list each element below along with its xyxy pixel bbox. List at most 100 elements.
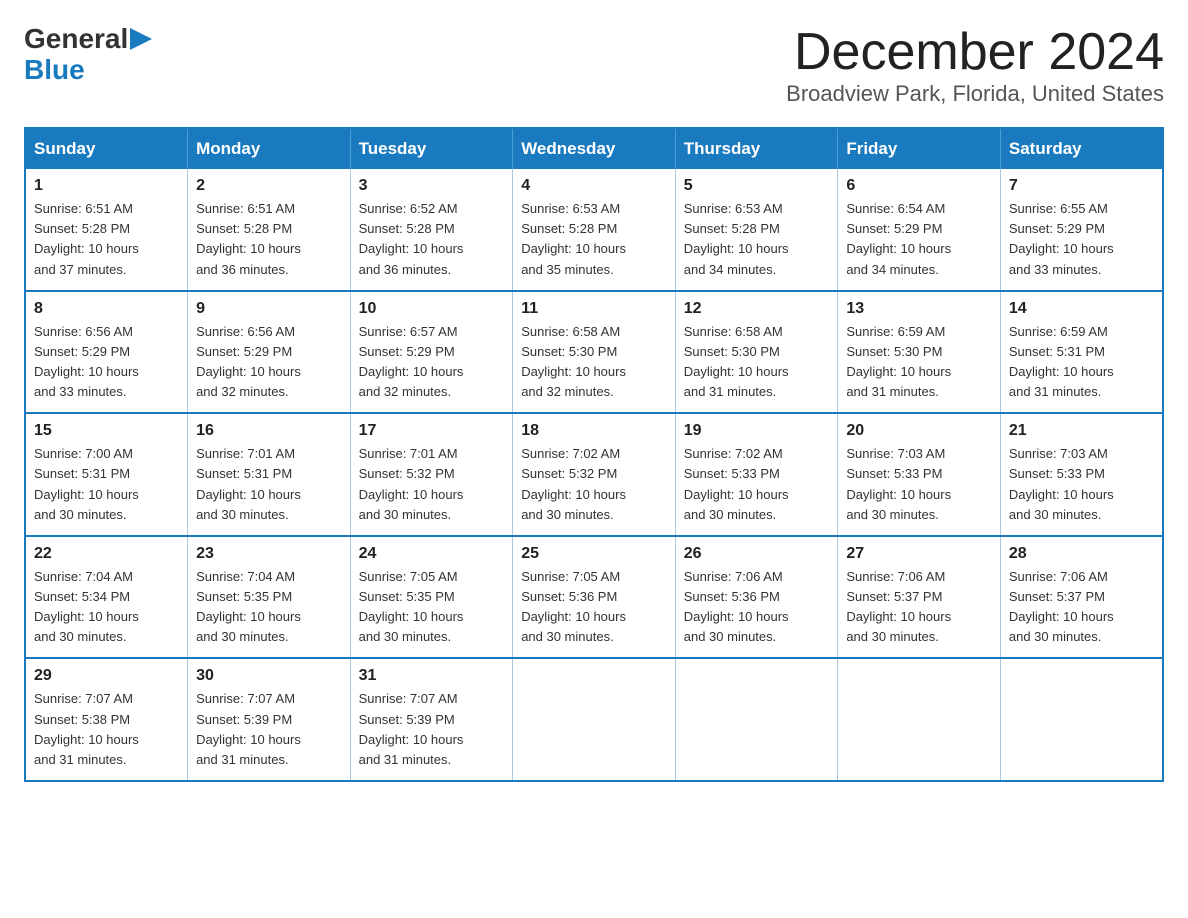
calendar-day-cell: 5 Sunrise: 6:53 AM Sunset: 5:28 PM Dayli… bbox=[675, 169, 838, 291]
location-title: Broadview Park, Florida, United States bbox=[786, 81, 1164, 107]
day-number: 30 bbox=[196, 667, 342, 685]
day-number: 19 bbox=[684, 422, 830, 440]
day-number: 20 bbox=[846, 422, 992, 440]
calendar-day-cell: 16 Sunrise: 7:01 AM Sunset: 5:31 PM Dayl… bbox=[188, 413, 351, 536]
day-number: 29 bbox=[34, 667, 179, 685]
day-info: Sunrise: 7:02 AM Sunset: 5:32 PM Dayligh… bbox=[521, 444, 667, 525]
day-number: 5 bbox=[684, 177, 830, 195]
day-number: 17 bbox=[359, 422, 505, 440]
day-info: Sunrise: 6:58 AM Sunset: 5:30 PM Dayligh… bbox=[684, 322, 830, 403]
calendar-day-cell: 13 Sunrise: 6:59 AM Sunset: 5:30 PM Dayl… bbox=[838, 291, 1001, 414]
logo: General Blue bbox=[24, 24, 152, 86]
weekday-header-row: Sunday Monday Tuesday Wednesday Thursday… bbox=[25, 128, 1163, 169]
logo-general-text: General bbox=[24, 24, 128, 55]
day-info: Sunrise: 6:52 AM Sunset: 5:28 PM Dayligh… bbox=[359, 199, 505, 280]
day-info: Sunrise: 7:01 AM Sunset: 5:31 PM Dayligh… bbox=[196, 444, 342, 525]
calendar-table: Sunday Monday Tuesday Wednesday Thursday… bbox=[24, 127, 1164, 782]
day-info: Sunrise: 7:05 AM Sunset: 5:35 PM Dayligh… bbox=[359, 567, 505, 648]
header-tuesday: Tuesday bbox=[350, 128, 513, 169]
day-number: 2 bbox=[196, 177, 342, 195]
calendar-day-cell: 4 Sunrise: 6:53 AM Sunset: 5:28 PM Dayli… bbox=[513, 169, 676, 291]
day-info: Sunrise: 7:01 AM Sunset: 5:32 PM Dayligh… bbox=[359, 444, 505, 525]
calendar-day-cell: 29 Sunrise: 7:07 AM Sunset: 5:38 PM Dayl… bbox=[25, 658, 188, 781]
day-number: 26 bbox=[684, 545, 830, 563]
day-number: 7 bbox=[1009, 177, 1154, 195]
day-number: 22 bbox=[34, 545, 179, 563]
calendar-day-cell: 10 Sunrise: 6:57 AM Sunset: 5:29 PM Dayl… bbox=[350, 291, 513, 414]
day-info: Sunrise: 7:05 AM Sunset: 5:36 PM Dayligh… bbox=[521, 567, 667, 648]
calendar-day-cell: 24 Sunrise: 7:05 AM Sunset: 5:35 PM Dayl… bbox=[350, 536, 513, 659]
logo-icon: General Blue bbox=[24, 24, 152, 86]
calendar-day-cell: 23 Sunrise: 7:04 AM Sunset: 5:35 PM Dayl… bbox=[188, 536, 351, 659]
calendar-day-cell: 18 Sunrise: 7:02 AM Sunset: 5:32 PM Dayl… bbox=[513, 413, 676, 536]
day-number: 15 bbox=[34, 422, 179, 440]
day-info: Sunrise: 6:53 AM Sunset: 5:28 PM Dayligh… bbox=[684, 199, 830, 280]
calendar-week-row: 22 Sunrise: 7:04 AM Sunset: 5:34 PM Dayl… bbox=[25, 536, 1163, 659]
calendar-day-cell: 14 Sunrise: 6:59 AM Sunset: 5:31 PM Dayl… bbox=[1000, 291, 1163, 414]
day-info: Sunrise: 6:51 AM Sunset: 5:28 PM Dayligh… bbox=[34, 199, 179, 280]
day-info: Sunrise: 6:59 AM Sunset: 5:31 PM Dayligh… bbox=[1009, 322, 1154, 403]
logo-triangle-icon bbox=[130, 28, 152, 50]
day-info: Sunrise: 6:58 AM Sunset: 5:30 PM Dayligh… bbox=[521, 322, 667, 403]
day-number: 23 bbox=[196, 545, 342, 563]
header-friday: Friday bbox=[838, 128, 1001, 169]
day-info: Sunrise: 7:00 AM Sunset: 5:31 PM Dayligh… bbox=[34, 444, 179, 525]
day-number: 28 bbox=[1009, 545, 1154, 563]
calendar-day-cell: 6 Sunrise: 6:54 AM Sunset: 5:29 PM Dayli… bbox=[838, 169, 1001, 291]
calendar-day-cell: 26 Sunrise: 7:06 AM Sunset: 5:36 PM Dayl… bbox=[675, 536, 838, 659]
day-number: 18 bbox=[521, 422, 667, 440]
day-number: 27 bbox=[846, 545, 992, 563]
calendar-day-cell bbox=[838, 658, 1001, 781]
day-number: 12 bbox=[684, 300, 830, 318]
header-wednesday: Wednesday bbox=[513, 128, 676, 169]
calendar-day-cell: 1 Sunrise: 6:51 AM Sunset: 5:28 PM Dayli… bbox=[25, 169, 188, 291]
day-info: Sunrise: 7:04 AM Sunset: 5:35 PM Dayligh… bbox=[196, 567, 342, 648]
day-info: Sunrise: 7:04 AM Sunset: 5:34 PM Dayligh… bbox=[34, 567, 179, 648]
header-monday: Monday bbox=[188, 128, 351, 169]
day-info: Sunrise: 7:02 AM Sunset: 5:33 PM Dayligh… bbox=[684, 444, 830, 525]
day-number: 21 bbox=[1009, 422, 1154, 440]
day-number: 9 bbox=[196, 300, 342, 318]
day-info: Sunrise: 7:07 AM Sunset: 5:39 PM Dayligh… bbox=[359, 689, 505, 770]
calendar-day-cell: 3 Sunrise: 6:52 AM Sunset: 5:28 PM Dayli… bbox=[350, 169, 513, 291]
day-number: 8 bbox=[34, 300, 179, 318]
calendar-week-row: 29 Sunrise: 7:07 AM Sunset: 5:38 PM Dayl… bbox=[25, 658, 1163, 781]
day-number: 11 bbox=[521, 300, 667, 318]
calendar-day-cell: 22 Sunrise: 7:04 AM Sunset: 5:34 PM Dayl… bbox=[25, 536, 188, 659]
day-info: Sunrise: 7:03 AM Sunset: 5:33 PM Dayligh… bbox=[1009, 444, 1154, 525]
calendar-day-cell: 17 Sunrise: 7:01 AM Sunset: 5:32 PM Dayl… bbox=[350, 413, 513, 536]
day-info: Sunrise: 7:06 AM Sunset: 5:37 PM Dayligh… bbox=[1009, 567, 1154, 648]
day-info: Sunrise: 6:53 AM Sunset: 5:28 PM Dayligh… bbox=[521, 199, 667, 280]
day-info: Sunrise: 6:56 AM Sunset: 5:29 PM Dayligh… bbox=[34, 322, 179, 403]
day-number: 24 bbox=[359, 545, 505, 563]
calendar-day-cell: 15 Sunrise: 7:00 AM Sunset: 5:31 PM Dayl… bbox=[25, 413, 188, 536]
day-info: Sunrise: 7:06 AM Sunset: 5:36 PM Dayligh… bbox=[684, 567, 830, 648]
calendar-day-cell: 8 Sunrise: 6:56 AM Sunset: 5:29 PM Dayli… bbox=[25, 291, 188, 414]
day-number: 1 bbox=[34, 177, 179, 195]
day-info: Sunrise: 6:54 AM Sunset: 5:29 PM Dayligh… bbox=[846, 199, 992, 280]
day-number: 10 bbox=[359, 300, 505, 318]
month-title: December 2024 bbox=[786, 24, 1164, 81]
header-saturday: Saturday bbox=[1000, 128, 1163, 169]
day-number: 25 bbox=[521, 545, 667, 563]
calendar-day-cell: 2 Sunrise: 6:51 AM Sunset: 5:28 PM Dayli… bbox=[188, 169, 351, 291]
day-info: Sunrise: 6:57 AM Sunset: 5:29 PM Dayligh… bbox=[359, 322, 505, 403]
day-info: Sunrise: 6:55 AM Sunset: 5:29 PM Dayligh… bbox=[1009, 199, 1154, 280]
logo-blue-text: Blue bbox=[24, 55, 85, 86]
day-number: 13 bbox=[846, 300, 992, 318]
calendar-day-cell: 31 Sunrise: 7:07 AM Sunset: 5:39 PM Dayl… bbox=[350, 658, 513, 781]
header-thursday: Thursday bbox=[675, 128, 838, 169]
title-section: December 2024 Broadview Park, Florida, U… bbox=[786, 24, 1164, 107]
page-header: General Blue December 2024 Broadview Par… bbox=[24, 24, 1164, 107]
calendar-day-cell bbox=[1000, 658, 1163, 781]
day-info: Sunrise: 7:07 AM Sunset: 5:38 PM Dayligh… bbox=[34, 689, 179, 770]
day-info: Sunrise: 7:03 AM Sunset: 5:33 PM Dayligh… bbox=[846, 444, 992, 525]
calendar-day-cell: 12 Sunrise: 6:58 AM Sunset: 5:30 PM Dayl… bbox=[675, 291, 838, 414]
calendar-week-row: 8 Sunrise: 6:56 AM Sunset: 5:29 PM Dayli… bbox=[25, 291, 1163, 414]
calendar-week-row: 1 Sunrise: 6:51 AM Sunset: 5:28 PM Dayli… bbox=[25, 169, 1163, 291]
day-info: Sunrise: 6:59 AM Sunset: 5:30 PM Dayligh… bbox=[846, 322, 992, 403]
day-number: 16 bbox=[196, 422, 342, 440]
calendar-day-cell bbox=[513, 658, 676, 781]
calendar-day-cell: 20 Sunrise: 7:03 AM Sunset: 5:33 PM Dayl… bbox=[838, 413, 1001, 536]
calendar-day-cell: 19 Sunrise: 7:02 AM Sunset: 5:33 PM Dayl… bbox=[675, 413, 838, 536]
